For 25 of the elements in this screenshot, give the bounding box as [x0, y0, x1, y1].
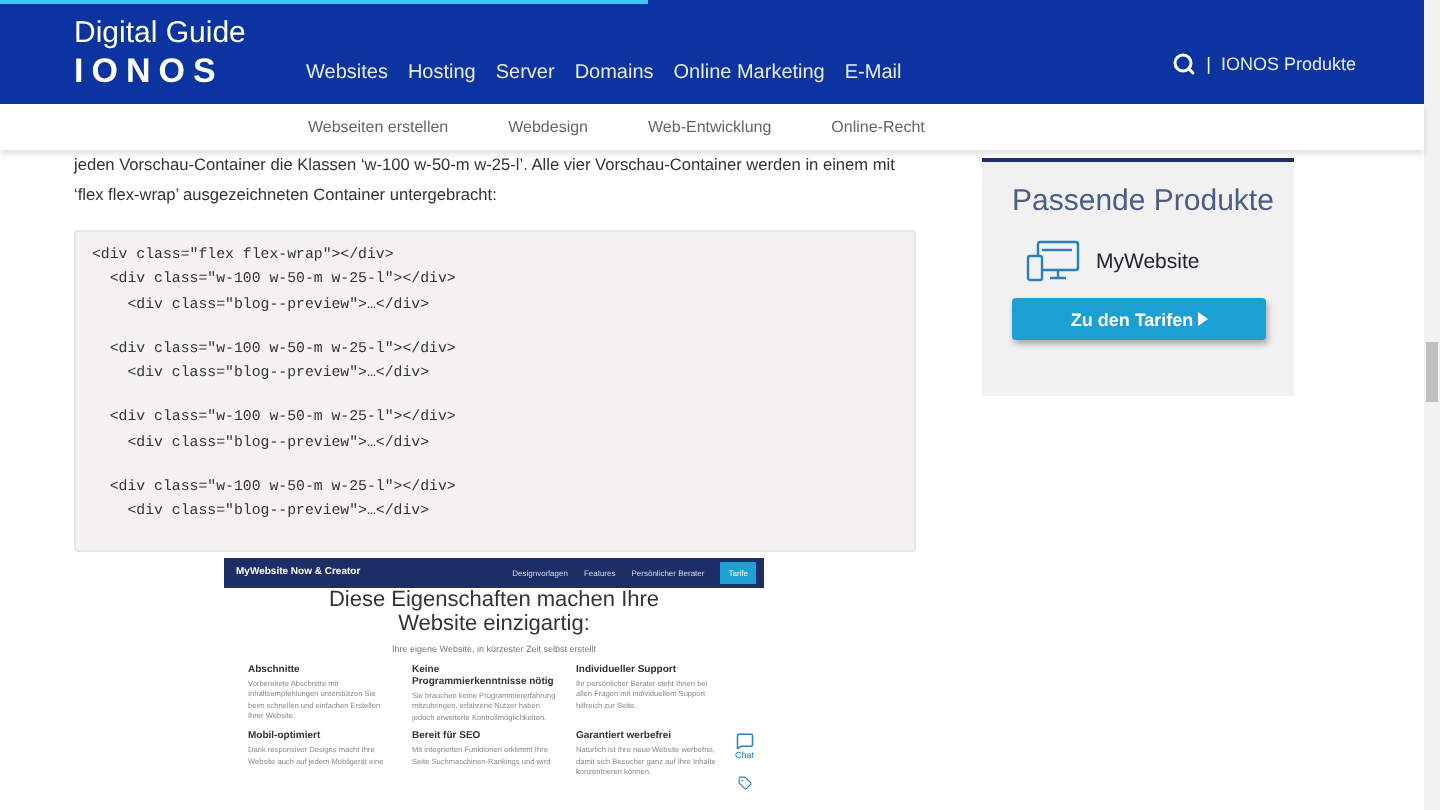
subnav-link[interactable]: Webseiten erstellen [308, 118, 449, 136]
caret-icon [1197, 312, 1208, 326]
subnav-link[interactable]: Online-Recht [831, 118, 925, 136]
nav-link[interactable]: E-Mail [844, 62, 902, 84]
tag-icon [737, 775, 752, 790]
separator: | [1206, 54, 1211, 74]
nav-link[interactable]: Domains [574, 62, 654, 84]
chat-icon [735, 731, 754, 750]
paragraph-line: ‘flex flex-wrap’ ausgezeichneten Container untergebracht: [74, 182, 499, 208]
nav-link[interactable]: Server [495, 62, 555, 84]
brand-logo[interactable]: IONOS [74, 52, 306, 92]
scrollbar-thumb[interactable] [1426, 342, 1438, 402]
screenshot-heading: Diese Eigenschaften machen Ihre Website einzigartig: [326, 587, 662, 636]
card-title: Passende Produkte [1012, 182, 1276, 220]
site-title[interactable]: Digital Guide [74, 16, 306, 52]
nav-link[interactable]: Hosting [407, 62, 476, 84]
nav-link[interactable]: Online Marketing [673, 62, 825, 84]
products-link[interactable]: IONOS Produkte [1220, 54, 1356, 74]
devices-icon [1026, 240, 1080, 282]
product-name[interactable]: MyWebsite [1096, 249, 1200, 273]
paragraph-line: jeden Vorschau-Container die Klassen ‘w-100 w-50-m w-25-l’. Alle vier Vorschau-Container werden in einem mit [74, 152, 897, 178]
subnav-link[interactable]: Webdesign [508, 118, 589, 136]
subnav-link[interactable]: Web-Entwicklung [648, 118, 772, 136]
nav-link[interactable]: Websites [306, 62, 388, 84]
search-icon[interactable] [1172, 52, 1197, 76]
